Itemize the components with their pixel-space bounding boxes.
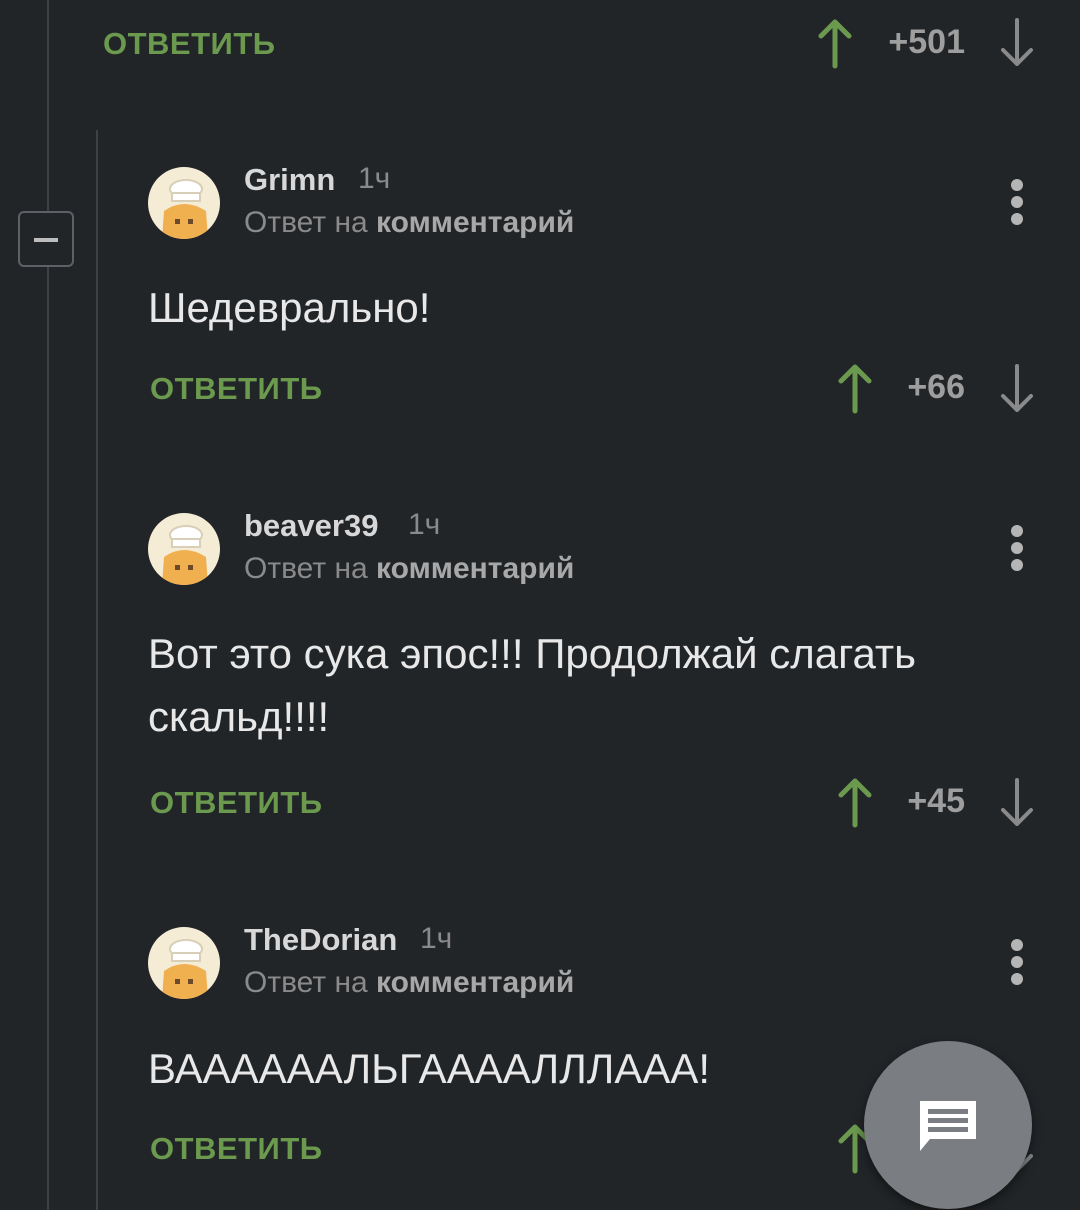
collapse-thread-button[interactable]: [18, 211, 74, 267]
username[interactable]: TheDorian: [244, 922, 397, 958]
avatar[interactable]: [148, 167, 220, 239]
reply-to-prefix: Ответ на: [244, 552, 368, 585]
minus-icon: [34, 238, 58, 242]
reply-to-link[interactable]: комментарий: [376, 552, 574, 585]
arrow-down-icon[interactable]: [997, 776, 1037, 828]
reply-button[interactable]: ОТВЕТИТЬ: [150, 785, 323, 821]
thread-line-outer: [47, 0, 49, 1210]
comments-page: ОТВЕТИТЬ +501 Grimn 1ч Ответ на коммента…: [0, 0, 1080, 1210]
username[interactable]: Grimn: [244, 162, 335, 198]
reply-to-link[interactable]: комментарий: [376, 966, 574, 999]
comment-icon: [920, 1101, 976, 1151]
more-vertical-icon[interactable]: [1008, 179, 1026, 229]
thread-line-inner: [96, 130, 98, 1210]
reply-to-label: Ответ на комментарий: [244, 552, 574, 586]
reply-to-prefix: Ответ на: [244, 206, 368, 239]
comment-text: Вот это сука эпос!!! Продолжай слагать с…: [148, 630, 917, 740]
add-comment-button[interactable]: [864, 1041, 1032, 1209]
comment-time: 1ч: [408, 508, 441, 541]
comment-time: 1ч: [420, 922, 453, 955]
score-value: +501: [888, 23, 965, 61]
more-vertical-icon[interactable]: [1008, 939, 1026, 989]
reply-to-label: Ответ на комментарий: [244, 206, 574, 240]
reply-to-label: Ответ на комментарий: [244, 966, 574, 1000]
avatar[interactable]: [148, 513, 220, 585]
reply-to-link[interactable]: комментарий: [376, 206, 574, 239]
reply-button[interactable]: ОТВЕТИТЬ: [150, 1131, 323, 1167]
reply-button[interactable]: ОТВЕТИТЬ: [103, 26, 276, 62]
arrow-down-icon[interactable]: [997, 16, 1037, 68]
username[interactable]: beaver39: [244, 508, 378, 544]
arrow-down-icon[interactable]: [997, 362, 1037, 414]
avatar[interactable]: [148, 927, 220, 999]
comment-text: Шедеврально!: [148, 284, 431, 331]
reply-button[interactable]: ОТВЕТИТЬ: [150, 371, 323, 407]
score-value: +45: [907, 782, 965, 820]
reply-to-prefix: Ответ на: [244, 966, 368, 999]
score-value: +66: [907, 368, 965, 406]
comment-time: 1ч: [358, 162, 391, 195]
more-vertical-icon[interactable]: [1008, 525, 1026, 575]
